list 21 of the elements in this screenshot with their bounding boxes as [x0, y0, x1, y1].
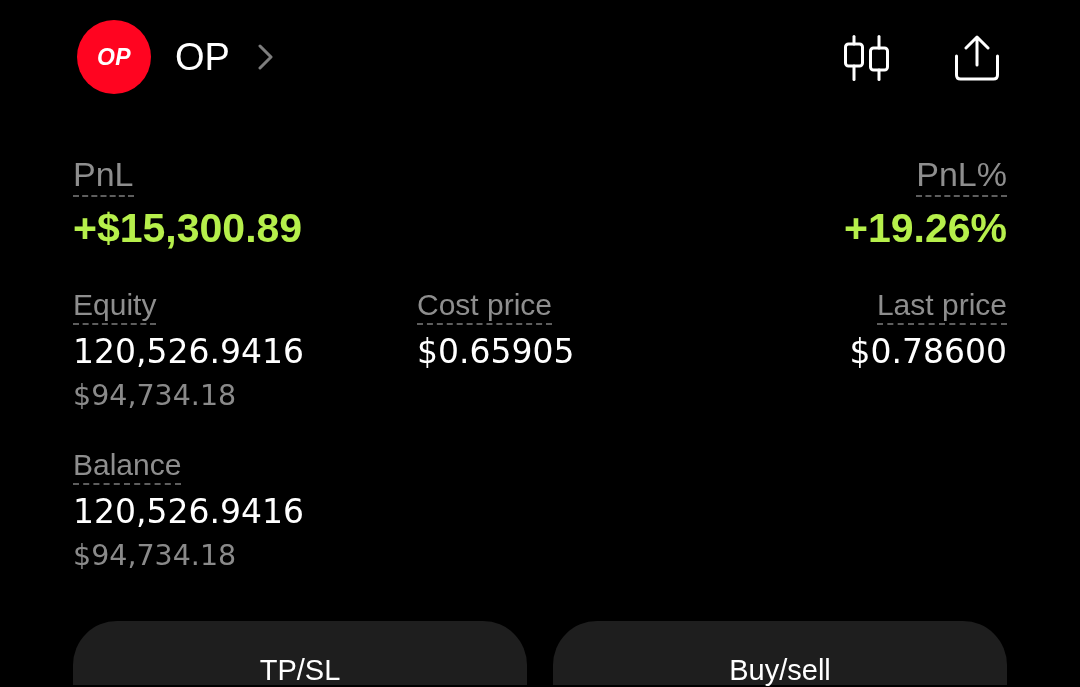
pnl-value: +$15,300.89: [73, 204, 303, 252]
action-button[interactable]: Buy/sell: [553, 621, 1007, 685]
usd-value: $94,734.18: [73, 378, 237, 414]
action-button[interactable]: TP/SL: [73, 621, 527, 685]
metric-label[interactable]: Equity: [73, 287, 157, 325]
token-name[interactable]: OP: [175, 35, 230, 79]
metric-value: 120,526.9416: [73, 331, 304, 373]
metric-value: $0.78600: [849, 331, 1007, 373]
candlestick-icon[interactable]: [843, 35, 891, 81]
metric-label[interactable]: Balance: [73, 447, 182, 485]
metric-label[interactable]: Cost price: [417, 287, 553, 325]
metric-label[interactable]: Last price: [876, 287, 1007, 325]
metric-value: $0.65905: [417, 331, 575, 373]
usd-value: $94,734.18: [73, 538, 237, 574]
pnl-value: +19.26%: [844, 204, 1007, 252]
metric-value: 120,526.9416: [73, 491, 304, 533]
metric-label[interactable]: PnL%: [916, 154, 1007, 197]
share-icon[interactable]: [954, 35, 1000, 81]
chevron-right-icon[interactable]: [257, 44, 274, 70]
metric-label[interactable]: PnL: [73, 154, 134, 197]
token-logo: OP: [77, 20, 151, 94]
